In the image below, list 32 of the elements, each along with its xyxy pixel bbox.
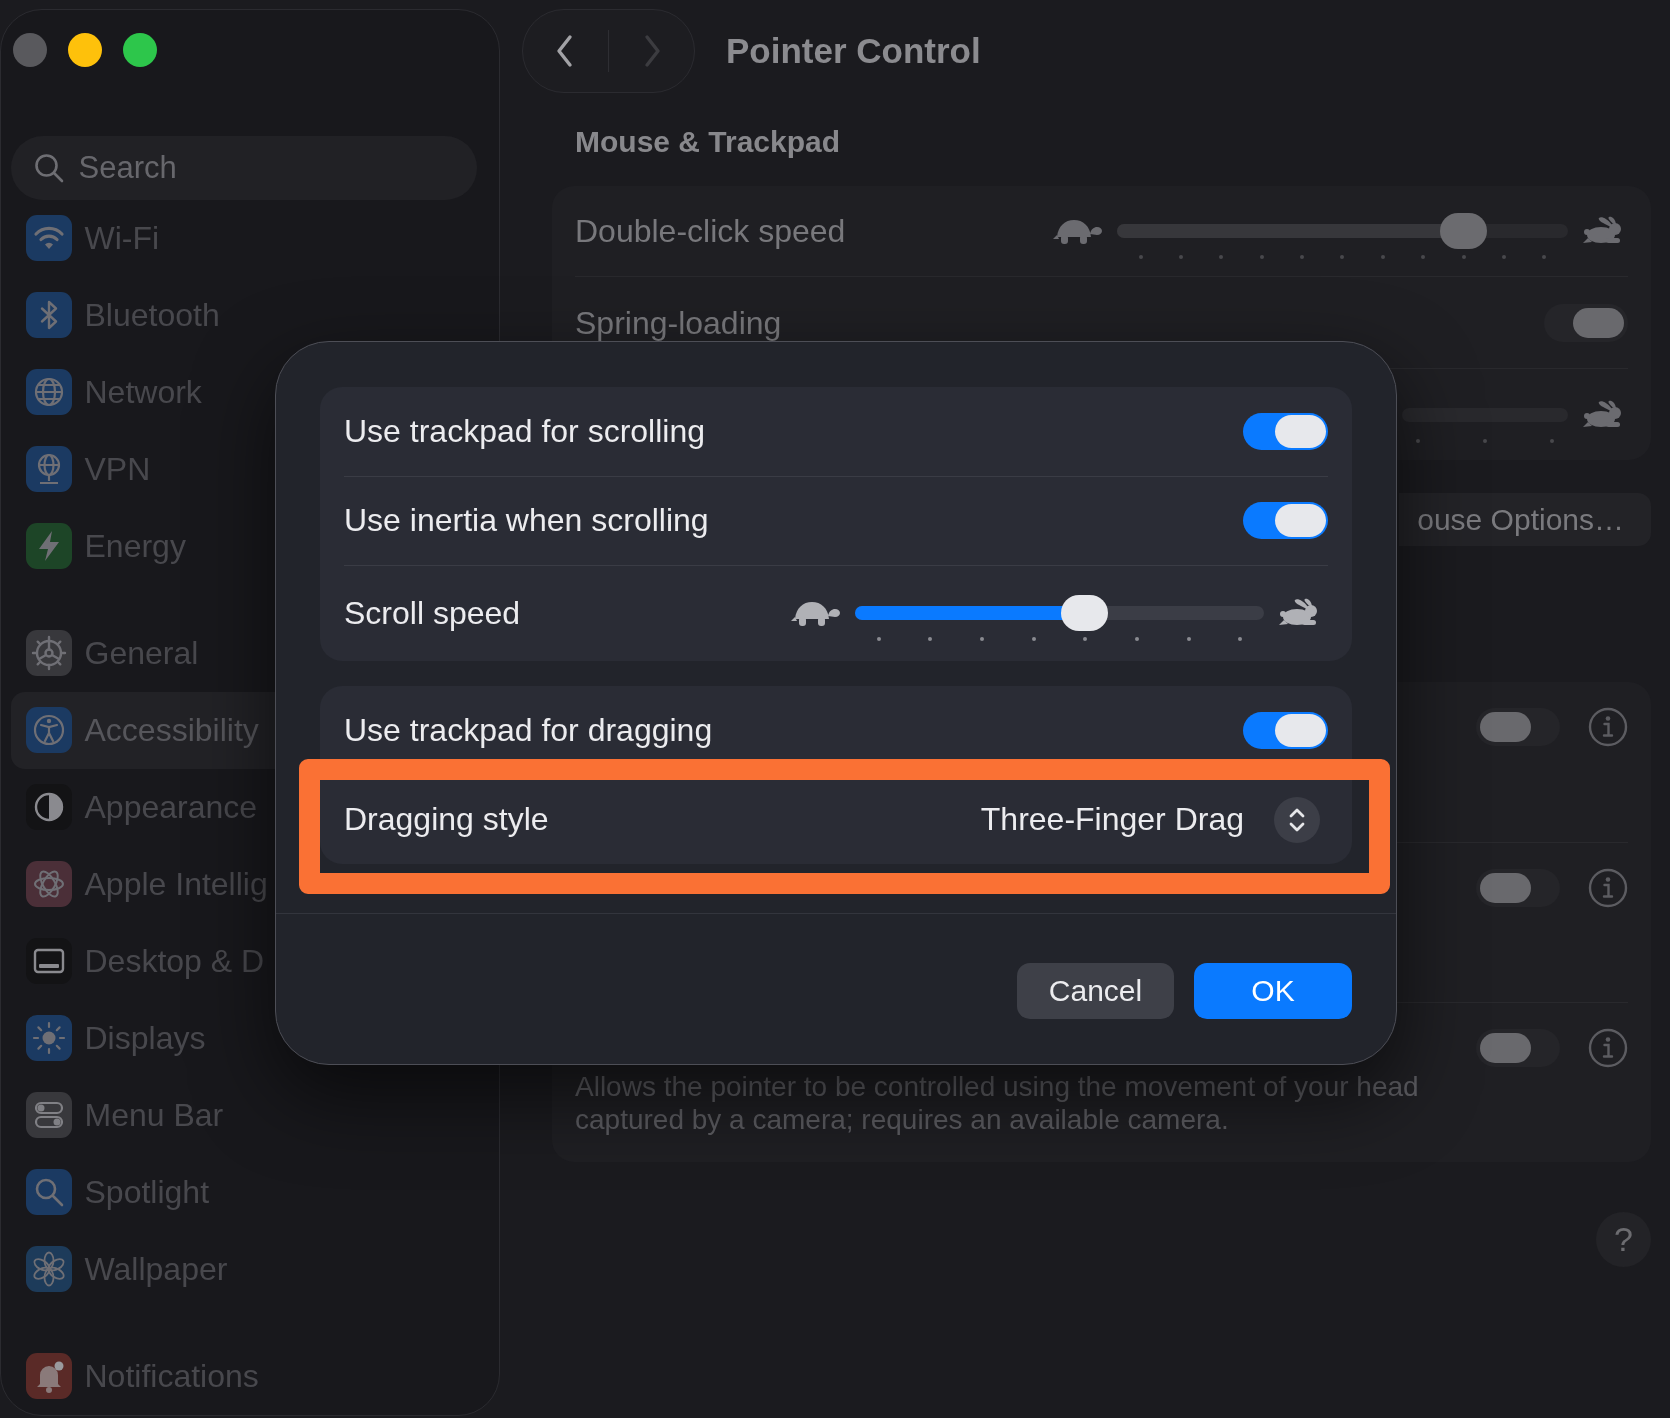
toggle-switch[interactable] [1243,412,1328,450]
search-field[interactable]: Search [10,135,477,200]
toggle-switch[interactable] [1243,502,1328,539]
setting-label: Double-click speed [575,215,846,247]
slider-thumb[interactable] [1440,213,1488,249]
slider-thumb[interactable] [1061,595,1109,631]
section-heading: Mouse & Trackpad [575,124,841,160]
popup-button[interactable]: Three-Finger Drag [980,796,1320,843]
toggle-switch[interactable] [1476,1029,1560,1067]
setting-label: Use inertia when scrolling [344,502,709,539]
zoom-button[interactable] [122,32,157,67]
slider-track[interactable] [1117,213,1568,249]
page-title: Pointer Control [726,31,981,71]
slider-track[interactable] [855,595,1264,631]
search-icon [33,152,64,183]
info-icon[interactable] [1588,868,1628,908]
minimize-button[interactable] [67,32,102,67]
options-button[interactable]: ouse Options… [1399,493,1651,546]
toggle-switch[interactable] [1476,869,1560,907]
toggle-switch[interactable] [1476,708,1560,746]
info-icon[interactable] [1588,707,1628,747]
setting-label: Dragging style [344,801,549,838]
setting-label: Scroll speed [344,594,521,632]
info-icon[interactable] [1588,1028,1628,1068]
setting-label: Spring-loading [575,306,782,339]
confirm-button[interactable]: OK [1194,962,1352,1019]
toggle-switch[interactable] [1544,303,1628,342]
toggle-switch[interactable] [1243,711,1328,749]
stepper-chevrons-icon [1274,796,1320,843]
cancel-button[interactable]: Cancel [1017,962,1174,1019]
setting-label: Use trackpad for scrolling [344,412,706,450]
help-button[interactable]: ? [1596,1212,1651,1267]
